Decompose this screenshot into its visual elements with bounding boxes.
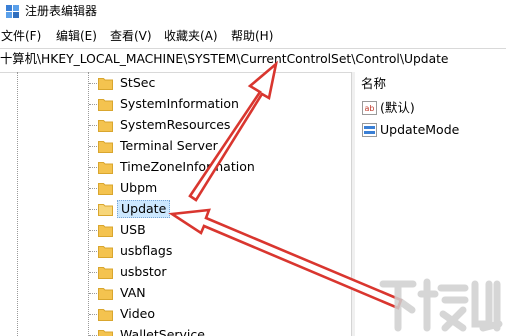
folder-icon <box>98 78 113 90</box>
address-path[interactable]: 十算机\HKEY_LOCAL_MACHINE\SYSTEM\CurrentCon… <box>0 52 449 67</box>
folder-icon <box>98 225 113 237</box>
folder-icon <box>98 120 113 132</box>
menu-edit[interactable]: 编辑(E) <box>56 29 97 44</box>
tree-item[interactable]: VAN <box>0 283 350 304</box>
registry-editor-icon <box>6 5 19 18</box>
tree-item-label[interactable]: Terminal Server <box>117 138 221 154</box>
folder-icon <box>98 288 113 300</box>
tree-item[interactable]: Terminal Server <box>0 136 350 157</box>
open-folder-icon <box>98 204 113 216</box>
menu-bar: 文件(F) 编辑(E) 查看(V) 收藏夹(A) 帮助(H) <box>0 24 506 48</box>
tree-item-label[interactable]: SystemResources <box>117 117 233 133</box>
tree-item-label[interactable]: SystemInformation <box>117 96 242 112</box>
tree-item[interactable]: USB <box>0 220 350 241</box>
value-row[interactable]: ab (默认) <box>359 99 506 119</box>
menu-view[interactable]: 查看(V) <box>110 29 152 44</box>
tree-item-label[interactable]: StSec <box>117 75 158 91</box>
tree-item-label[interactable]: usbstor <box>117 264 170 280</box>
tree-item-label[interactable]: usbflags <box>117 243 175 259</box>
folder-icon <box>98 141 113 153</box>
svg-text:ab: ab <box>365 104 375 113</box>
tree-item[interactable]: TimeZoneInformation <box>0 157 350 178</box>
dword-value-icon <box>362 123 377 137</box>
folder-icon <box>98 183 113 195</box>
tree-item[interactable]: WalletService <box>0 325 350 336</box>
tree-item-selected[interactable]: Update <box>0 199 350 220</box>
value-name[interactable]: UpdateMode <box>380 122 459 138</box>
folder-icon <box>98 309 113 321</box>
menu-file[interactable]: 文件(F) <box>1 29 41 44</box>
window-title: 注册表编辑器 <box>25 4 98 18</box>
address-bar[interactable]: 十算机\HKEY_LOCAL_MACHINE\SYSTEM\CurrentCon… <box>0 48 506 73</box>
menu-favorites[interactable]: 收藏夹(A) <box>164 29 218 44</box>
tree-item-label[interactable]: Ubpm <box>117 180 160 196</box>
folder-icon <box>98 330 113 336</box>
watermark-logo <box>379 278 503 332</box>
menu-help[interactable]: 帮助(H) <box>231 29 273 44</box>
tree-item-label[interactable]: Update <box>117 200 171 218</box>
tree-item[interactable]: StSec <box>0 73 350 94</box>
folder-icon <box>98 162 113 174</box>
tree-item-label[interactable]: VAN <box>117 285 149 301</box>
name-column-header[interactable]: 名称 <box>361 76 386 92</box>
tree-item[interactable]: SystemResources <box>0 115 350 136</box>
title-bar: 注册表编辑器 <box>0 0 506 24</box>
value-row[interactable]: UpdateMode <box>359 121 506 141</box>
tree-item[interactable]: usbstor <box>0 262 350 283</box>
tree-item[interactable]: usbflags <box>0 241 350 262</box>
folder-icon <box>98 99 113 111</box>
folder-icon <box>98 246 113 258</box>
value-name[interactable]: (默认) <box>380 100 415 116</box>
tree-item-label[interactable]: TimeZoneInformation <box>117 159 258 175</box>
tree-item-label[interactable]: USB <box>117 222 149 238</box>
string-value-icon: ab <box>362 101 377 115</box>
folder-icon <box>98 267 113 279</box>
tree-item-label[interactable]: WalletService <box>117 327 208 336</box>
key-tree-pane[interactable]: StSec SystemInformation SystemResources … <box>0 72 350 336</box>
tree-item-label[interactable]: Video <box>117 306 158 322</box>
tree-item[interactable]: SystemInformation <box>0 94 350 115</box>
tree-item[interactable]: Video <box>0 304 350 325</box>
tree-item[interactable]: Ubpm <box>0 178 350 199</box>
